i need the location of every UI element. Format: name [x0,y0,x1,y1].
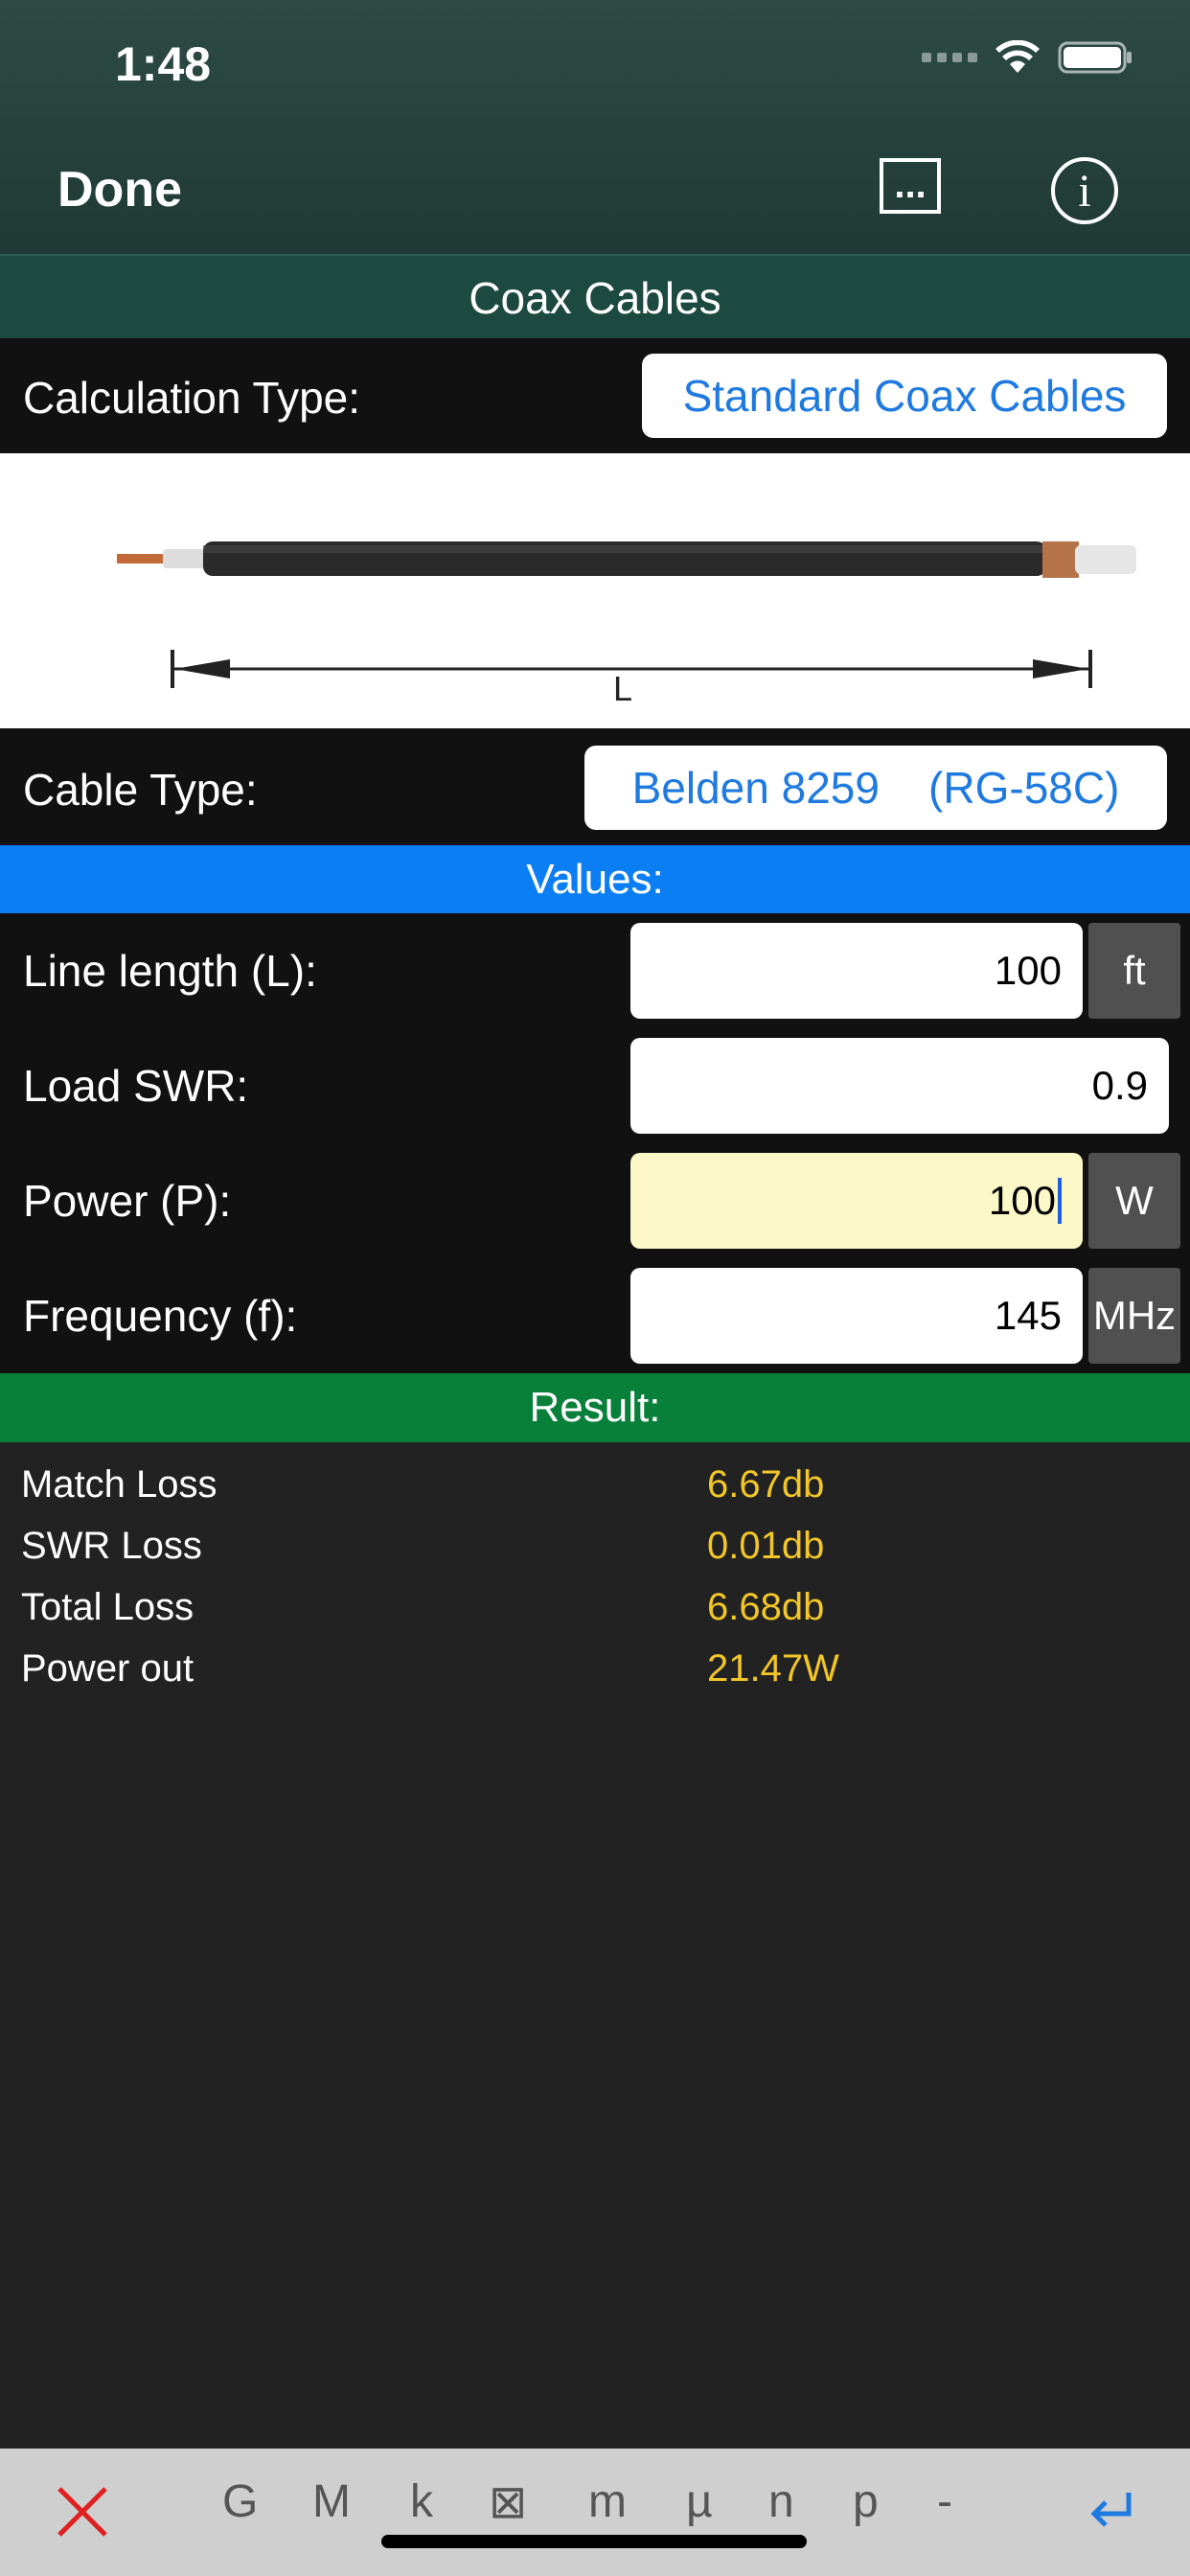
result-row: Match Loss 6.67db [0,1463,1190,1525]
power-label: Power (P): [23,1176,232,1226]
frequency-unit-button[interactable]: MHz [1088,1268,1180,1364]
length-label: L [613,669,632,708]
load-swr-label: Load SWR: [23,1061,249,1111]
swr-loss-value: 0.01db [707,1525,825,1567]
unit-prefix-keyboard: G M k ⊠ m µ n p - [0,2449,1190,2576]
cable-type-row: Cable Type: Belden 8259 (RG-58C) [0,728,1190,845]
power-input[interactable]: 100 [630,1153,1083,1249]
key-G[interactable]: G [222,2475,258,2528]
key-delete[interactable]: ⊠ [489,2475,527,2529]
cable-image: L [0,453,1190,728]
line-length-unit-button[interactable]: ft [1088,923,1180,1019]
result-row: Total Loss 6.68db [0,1586,1190,1647]
line-length-input[interactable]: 100 [630,923,1083,1019]
calculation-type-label: Calculation Type: [23,373,361,423]
return-icon[interactable] [1088,2489,1134,2531]
more-button[interactable]: ... [880,158,941,214]
frequency-input[interactable]: 145 [630,1268,1083,1364]
key-minus[interactable]: - [937,2475,952,2528]
result-header: Result: [0,1373,1190,1442]
calculation-type-button[interactable]: Standard Coax Cables [642,354,1167,438]
swr-loss-label: SWR Loss [21,1525,202,1567]
values-header: Values: [0,845,1190,914]
result-row: Power out 21.47W [0,1647,1190,1709]
power-unit-button[interactable]: W [1088,1153,1180,1249]
power-out-label: Power out [21,1647,195,1690]
text-cursor [1058,1178,1062,1224]
key-k[interactable]: k [410,2475,433,2528]
done-button[interactable]: Done [57,161,182,218]
status-time: 1:48 [115,37,212,91]
calculation-type-row: Calculation Type: Standard Coax Cables [0,338,1190,453]
key-m[interactable]: m [588,2475,627,2528]
top-bar: 1:48 Done ... i [0,0,1190,254]
power-out-value: 21.47W [707,1647,839,1690]
key-n[interactable]: n [768,2475,794,2528]
match-loss-label: Match Loss [21,1463,217,1506]
signal-icon [922,53,977,62]
values-section: Line length (L): 100 ft Load SWR: 0.9 Po… [0,913,1190,1373]
key-M[interactable]: M [312,2475,351,2528]
load-swr-input[interactable]: 0.9 [630,1038,1169,1134]
info-icon[interactable]: i [1051,157,1118,224]
power-input-value: 100 [988,1178,1056,1223]
close-icon[interactable] [56,2485,109,2539]
page-title: Coax Cables [0,254,1190,340]
coax-cable-illustration: L [117,541,1136,708]
result-row: SWR Loss 0.01db [0,1525,1190,1586]
wifi-icon [995,40,1040,73]
key-p[interactable]: p [853,2475,879,2528]
home-indicator [381,2535,807,2548]
key-micro[interactable]: µ [686,2475,713,2528]
cable-type-label: Cable Type: [23,765,258,815]
frequency-label: Frequency (f): [23,1291,298,1341]
battery-icon [1058,41,1132,74]
status-icons [922,40,1133,75]
cable-type-button[interactable]: Belden 8259 (RG-58C) [584,746,1167,830]
total-loss-label: Total Loss [21,1586,195,1628]
line-length-label: Line length (L): [23,946,317,996]
match-loss-value: 6.67db [707,1463,825,1506]
total-loss-value: 6.68db [707,1586,825,1628]
